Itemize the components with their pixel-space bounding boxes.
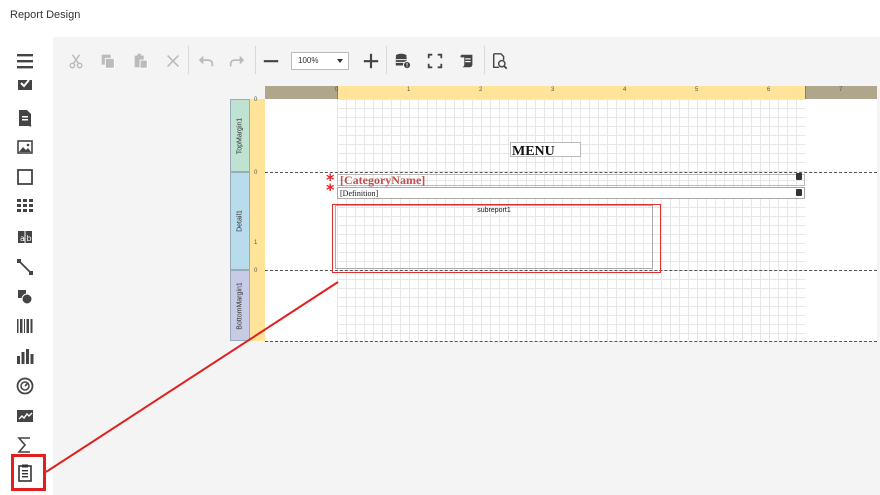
zoom-in-icon[interactable] bbox=[360, 50, 382, 72]
band-detail[interactable]: Detail1 bbox=[230, 172, 250, 270]
ruler-label-6: 6 bbox=[767, 87, 771, 93]
vruler-label: 0 bbox=[254, 97, 258, 103]
delete-icon[interactable] bbox=[162, 50, 184, 72]
vruler-label: 0 bbox=[254, 268, 258, 274]
band-label: TopMargin1 bbox=[236, 117, 244, 154]
ruler-label-5: 5 bbox=[695, 87, 699, 93]
validate-bindings-icon[interactable] bbox=[392, 50, 414, 72]
rich-text-icon[interactable] bbox=[13, 107, 37, 129]
band-divider bbox=[265, 341, 877, 342]
undo-icon[interactable] bbox=[195, 50, 217, 72]
zoom-select[interactable]: 100% bbox=[291, 52, 349, 70]
ruler-label-1: 1 bbox=[407, 87, 411, 93]
ruler-label-7: 7 bbox=[839, 87, 843, 93]
category-name-field[interactable]: [CategoryName] bbox=[337, 174, 805, 186]
chevron-down-icon bbox=[337, 59, 343, 63]
character-comb-icon[interactable]: ab bbox=[13, 226, 37, 248]
menu-label-control[interactable]: MENU bbox=[510, 142, 581, 159]
database-icon bbox=[796, 189, 802, 196]
paste-icon[interactable] bbox=[130, 50, 152, 72]
summary-icon[interactable] bbox=[13, 434, 37, 456]
horizontal-ruler: 0 1 2 3 4 5 6 7 bbox=[265, 86, 877, 99]
scripts-icon[interactable] bbox=[456, 50, 478, 72]
vruler-label: 1 bbox=[254, 240, 258, 246]
svg-text:b: b bbox=[27, 234, 32, 243]
line-icon[interactable] bbox=[13, 256, 37, 278]
ruler-label-0: 0 bbox=[335, 87, 339, 93]
barcode-icon[interactable] bbox=[13, 315, 37, 337]
shape-icon[interactable] bbox=[13, 286, 37, 308]
vruler-label: 0 bbox=[254, 170, 258, 176]
chart-icon[interactable] bbox=[13, 345, 37, 367]
hamburger-icon[interactable] bbox=[13, 50, 37, 72]
subreport-highlight bbox=[332, 204, 661, 273]
copy-icon[interactable] bbox=[97, 50, 119, 72]
gauge-icon[interactable] bbox=[13, 375, 37, 397]
preview-icon[interactable] bbox=[489, 50, 511, 72]
band-label: BottomMargin1 bbox=[236, 281, 244, 330]
panel-icon[interactable] bbox=[13, 166, 37, 188]
band-label: Detail1 bbox=[236, 210, 244, 232]
ruler-label-2: 2 bbox=[479, 87, 483, 93]
band-topmargin[interactable]: TopMargin1 bbox=[230, 99, 250, 172]
sparkline-icon[interactable] bbox=[13, 405, 37, 427]
vertical-ruler bbox=[250, 99, 265, 341]
definition-field[interactable]: [Definition] bbox=[337, 187, 805, 199]
database-icon bbox=[796, 173, 802, 180]
ruler-label-3: 3 bbox=[551, 87, 555, 93]
subreport-tool-highlight bbox=[11, 454, 46, 491]
zoom-value: 100% bbox=[298, 56, 319, 65]
full-screen-icon[interactable] bbox=[424, 50, 446, 72]
svg-text:a: a bbox=[20, 234, 25, 243]
table-icon[interactable] bbox=[13, 195, 37, 217]
redo-icon[interactable] bbox=[226, 50, 248, 72]
band-bottommargin[interactable]: BottomMargin1 bbox=[230, 270, 250, 341]
ruler-label-4: 4 bbox=[623, 87, 627, 93]
picture-box-icon[interactable] bbox=[13, 136, 37, 158]
cut-icon[interactable] bbox=[65, 50, 87, 72]
zoom-out-icon[interactable] bbox=[260, 50, 282, 72]
window-title: Report Design bbox=[10, 9, 81, 21]
asterisk-icon: * bbox=[326, 180, 335, 199]
checkbox-icon[interactable] bbox=[13, 80, 37, 94]
